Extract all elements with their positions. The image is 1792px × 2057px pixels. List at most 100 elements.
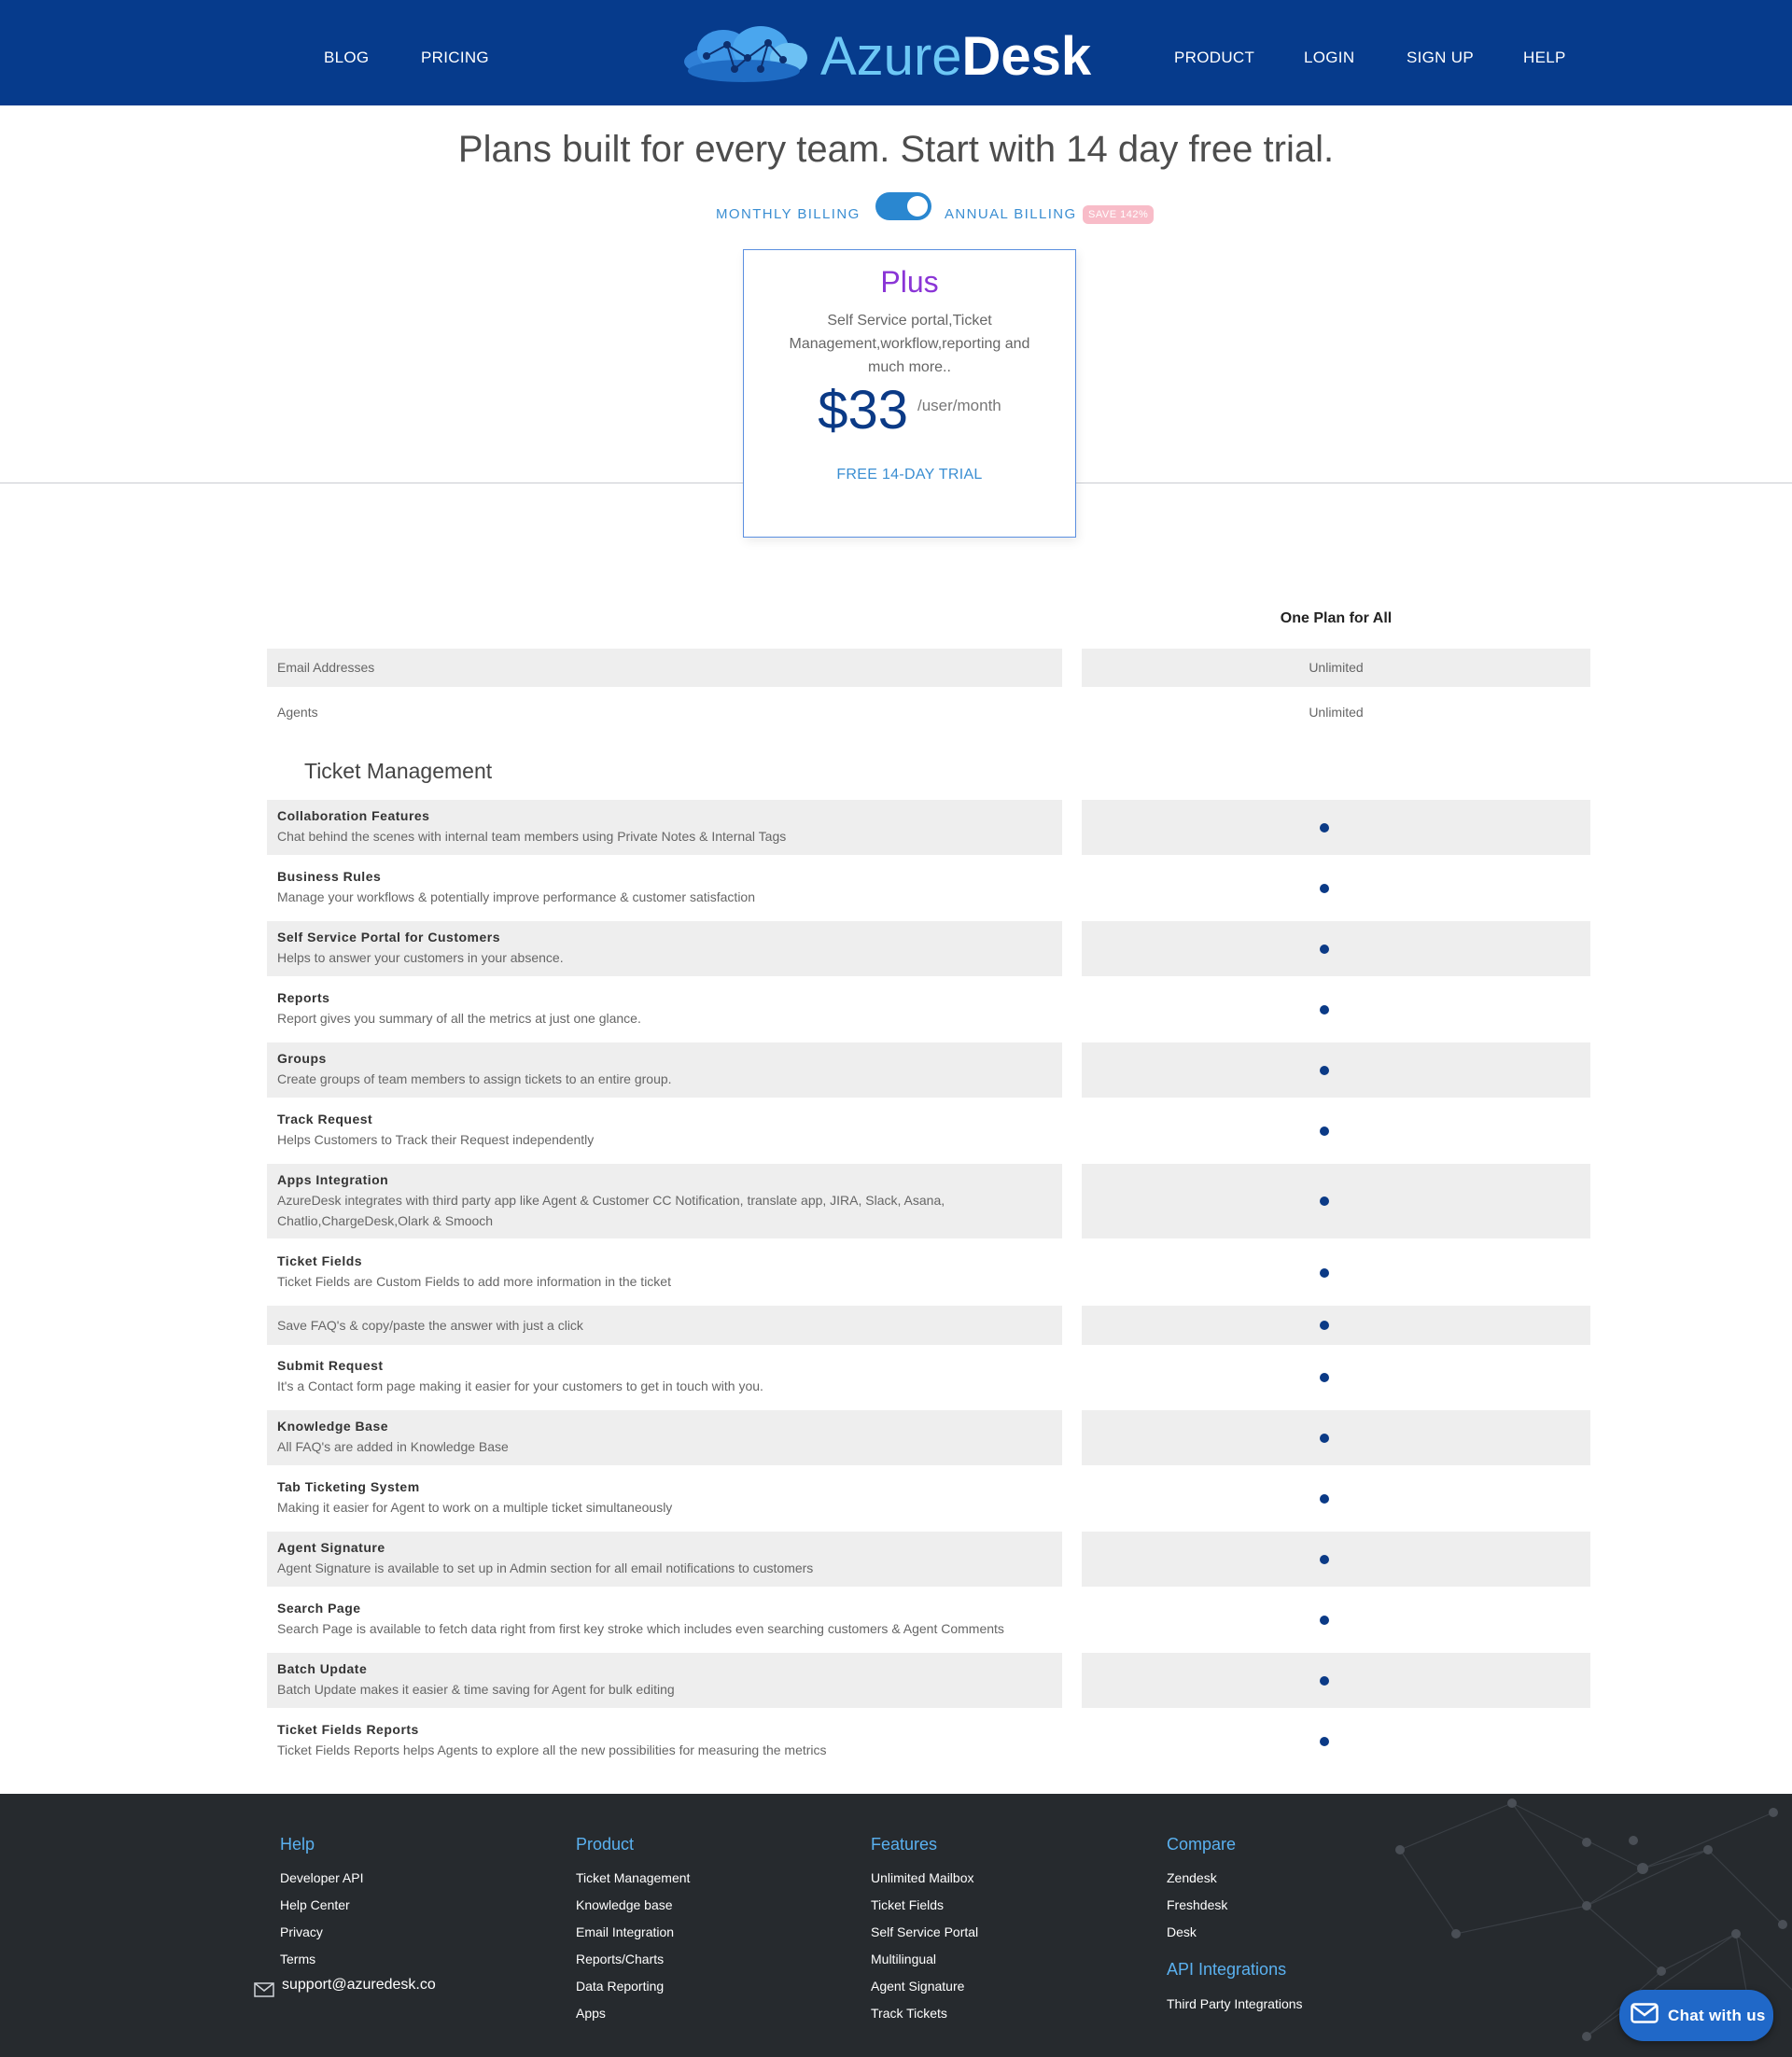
top-nav-bar: BLOG PRICING AzureDesk PRODUCT LOGIN SIG… — [0, 0, 1792, 105]
included-dot-icon — [1320, 945, 1329, 954]
row-value: Unlimited — [1309, 660, 1364, 675]
monthly-billing-label[interactable]: MONTHLY BILLING — [716, 206, 861, 236]
footer-link-reports-charts[interactable]: Reports/Charts — [576, 1952, 664, 1966]
feature-title: Collaboration Features — [277, 808, 430, 823]
feature-title: Reports — [277, 990, 330, 1005]
feature-description: Agent Signature is available to set up i… — [277, 1560, 814, 1575]
feature-cell — [1082, 1164, 1590, 1238]
footer-link-knowledge-base[interactable]: Knowledge base — [576, 1897, 673, 1912]
table-row-email-addresses: Email Addresses — [267, 649, 1062, 687]
feature-description: AzureDesk integrates with third party ap… — [277, 1193, 945, 1228]
included-dot-icon — [1320, 1494, 1329, 1504]
included-dot-icon — [1320, 1434, 1329, 1443]
feature-description: Batch Update makes it easier & time savi… — [277, 1682, 675, 1697]
included-dot-icon — [1320, 884, 1329, 893]
feature-title: Ticket Fields Reports — [277, 1722, 419, 1737]
footer-link-terms[interactable]: Terms — [280, 1952, 315, 1966]
footer-link-track-tickets[interactable]: Track Tickets — [871, 2006, 947, 2021]
feature-description: Ticket Fields Reports helps Agents to ex… — [277, 1742, 827, 1757]
feature-title: Track Request — [277, 1112, 373, 1126]
footer-link-privacy[interactable]: Privacy — [280, 1924, 323, 1939]
feature-row: Business Rules Manage your workflows & po… — [267, 861, 1062, 916]
footer-link-developer-api[interactable]: Developer API — [280, 1870, 364, 1885]
feature-cell — [1082, 1653, 1590, 1708]
feature-row: Self Service Portal for Customers Helps t… — [267, 921, 1062, 976]
feature-description: Create groups of team members to assign … — [277, 1071, 672, 1086]
plan-name: Plus — [880, 265, 939, 299]
plan-column-header: One Plan for All — [1280, 610, 1393, 626]
nav-sign-up[interactable]: SIGN UP — [1407, 49, 1474, 67]
included-dot-icon — [1320, 1268, 1329, 1278]
price-amount: $33 — [818, 380, 908, 441]
included-dot-icon — [1320, 1126, 1329, 1136]
footer-link-multilingual[interactable]: Multilingual — [871, 1952, 936, 1966]
price-unit: /user/month — [917, 397, 1001, 414]
footer-link-zendesk[interactable]: Zendesk — [1167, 1870, 1217, 1885]
footer-heading-api-integrations: API Integrations — [1167, 1960, 1287, 1979]
footer-link-ticket-fields[interactable]: Ticket Fields — [871, 1897, 944, 1912]
footer-link-ticket-management[interactable]: Ticket Management — [576, 1870, 690, 1885]
plan-card-plus: Plus Self Service portal,Ticket Manageme… — [743, 249, 1076, 538]
feature-title: Apps Integration — [277, 1172, 389, 1187]
feature-description: Save FAQ's & copy/paste the answer with … — [277, 1318, 583, 1333]
footer-link-third-party-integrations[interactable]: Third Party Integrations — [1167, 1996, 1303, 2011]
feature-description: Making it easier for Agent to work on a … — [277, 1500, 673, 1515]
chat-label: Chat with us — [1668, 2006, 1766, 2024]
footer-link-desk[interactable]: Desk — [1167, 1924, 1197, 1939]
footer-link-unlimited-mailbox[interactable]: Unlimited Mailbox — [871, 1870, 973, 1885]
annual-billing-label[interactable]: ANNUAL BILLING — [945, 206, 1077, 236]
plan-description: Self Service portal,Ticket Management,wo… — [789, 313, 1030, 375]
table-cell-agents: Unlimited — [1082, 693, 1590, 732]
feature-description: Search Page is available to fetch data r… — [277, 1621, 1004, 1636]
feature-cell — [1082, 800, 1590, 855]
feature-description: Helps to answer your customers in your a… — [277, 950, 564, 965]
footer-heading-product: Product — [576, 1835, 635, 1854]
included-dot-icon — [1320, 1373, 1329, 1382]
chat-with-us-button[interactable]: Chat with us — [1619, 1990, 1773, 2041]
billing-toggle[interactable] — [875, 192, 931, 220]
feature-cell — [1082, 861, 1590, 916]
row-label: Email Addresses — [277, 660, 375, 675]
feature-cell — [1082, 982, 1590, 1037]
feature-row: Save FAQ's & copy/paste the answer with … — [267, 1306, 1062, 1345]
footer-link-help-center[interactable]: Help Center — [280, 1897, 350, 1912]
nav-login[interactable]: LOGIN — [1304, 49, 1354, 67]
nav-product[interactable]: PRODUCT — [1174, 49, 1254, 67]
footer-link-data-reporting[interactable]: Data Reporting — [576, 1979, 664, 1994]
included-dot-icon — [1320, 1321, 1329, 1330]
feature-cell — [1082, 1350, 1590, 1405]
page-title: Plans built for every team. Start with 1… — [457, 129, 1335, 170]
nav-pricing[interactable]: PRICING — [421, 49, 489, 67]
nav-help[interactable]: HELP — [1523, 49, 1566, 67]
feature-cell — [1082, 1592, 1590, 1647]
feature-cell — [1082, 921, 1590, 976]
footer-heading-features: Features — [871, 1835, 938, 1854]
feature-description: All FAQ's are added in Knowledge Base — [277, 1439, 509, 1454]
feature-title: Business Rules — [277, 869, 382, 884]
feature-cell — [1082, 1532, 1590, 1587]
footer-link-freshdesk[interactable]: Freshdesk — [1167, 1897, 1227, 1912]
support-email-link[interactable]: support@azuredesk.co — [282, 1977, 436, 1994]
feature-row: Ticket Fields Reports Ticket Fields Repor… — [267, 1714, 1062, 1769]
footer-link-apps[interactable]: Apps — [576, 2006, 606, 2021]
row-value: Unlimited — [1309, 705, 1364, 720]
feature-description: Ticket Fields are Custom Fields to add m… — [277, 1274, 671, 1289]
feature-title: Submit Request — [277, 1358, 384, 1373]
feature-title: Groups — [277, 1051, 327, 1066]
nav-blog[interactable]: BLOG — [324, 49, 369, 67]
included-dot-icon — [1320, 1737, 1329, 1746]
feature-title: Self Service Portal for Customers — [277, 930, 501, 945]
footer-link-self-service-portal[interactable]: Self Service Portal — [871, 1924, 978, 1939]
footer-link-email-integration[interactable]: Email Integration — [576, 1924, 674, 1939]
plan-price: $33 /user/month — [744, 381, 1075, 441]
feature-row: Track Request Helps Customers to Track th… — [267, 1103, 1062, 1158]
feature-description: It's a Contact form page making it easie… — [277, 1378, 763, 1393]
free-trial-link[interactable]: FREE 14-DAY TRIAL — [744, 467, 1075, 483]
included-dot-icon — [1320, 1066, 1329, 1075]
footer-link-agent-signature[interactable]: Agent Signature — [871, 1979, 964, 1994]
included-dot-icon — [1320, 1555, 1329, 1564]
row-label: Agents — [277, 705, 318, 720]
feature-title: Agent Signature — [277, 1540, 385, 1555]
azuredesk-logo[interactable]: AzureDesk — [679, 24, 1091, 90]
feature-row: Groups Create groups of team members to a… — [267, 1042, 1062, 1098]
